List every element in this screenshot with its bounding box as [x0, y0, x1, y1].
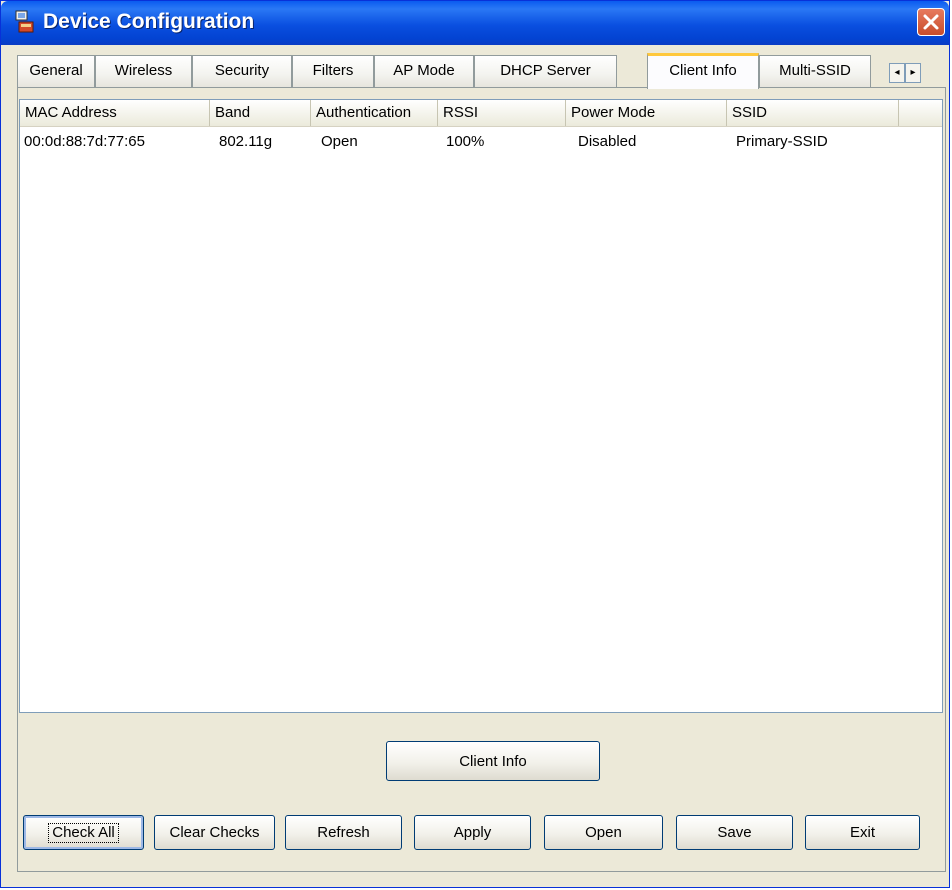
- close-button[interactable]: [917, 8, 945, 36]
- column-header-filler: [899, 100, 942, 126]
- column-header-mac-address[interactable]: MAC Address: [20, 100, 210, 126]
- cell-ssid: Primary-SSID: [736, 133, 828, 150]
- tab-multi-ssid[interactable]: Multi-SSID: [759, 55, 871, 87]
- client-list-header: MAC Address Band Authentication RSSI Pow…: [20, 100, 942, 127]
- tab-filters[interactable]: Filters: [292, 55, 374, 87]
- title-bar[interactable]: Device Configuration: [1, 1, 949, 45]
- apply-button[interactable]: Apply: [414, 815, 531, 850]
- arrow-left-icon: ◂: [894, 67, 900, 78]
- cell-mac-address: 00:0d:88:7d:77:65: [24, 133, 145, 150]
- close-icon: [923, 14, 939, 30]
- column-header-ssid[interactable]: SSID: [727, 100, 899, 126]
- tab-scroll-left-button[interactable]: ◂: [889, 63, 905, 83]
- tab-security[interactable]: Security: [192, 55, 292, 87]
- column-header-band[interactable]: Band: [210, 100, 311, 126]
- tab-scroll-right-button[interactable]: ▸: [905, 63, 921, 83]
- cell-rssi: 100%: [446, 133, 485, 150]
- arrow-right-icon: ▸: [910, 67, 916, 78]
- window-title: Device Configuration: [43, 10, 255, 33]
- column-header-power-mode[interactable]: Power Mode: [566, 100, 727, 126]
- tab-ap-mode[interactable]: AP Mode: [374, 55, 474, 87]
- exit-button[interactable]: Exit: [805, 815, 920, 850]
- cell-power-mode: Disabled: [578, 133, 637, 150]
- clear-checks-button[interactable]: Clear Checks: [154, 815, 275, 850]
- open-button[interactable]: Open: [544, 815, 663, 850]
- tab-wireless[interactable]: Wireless: [95, 55, 192, 87]
- tab-client-info[interactable]: Client Info: [647, 53, 759, 89]
- column-header-rssi[interactable]: RSSI: [438, 100, 566, 126]
- refresh-button[interactable]: Refresh: [285, 815, 402, 850]
- column-header-authentication[interactable]: Authentication: [311, 100, 438, 126]
- tab-dhcp-server[interactable]: DHCP Server: [474, 55, 617, 87]
- check-all-label: Check All: [48, 822, 119, 843]
- save-button[interactable]: Save: [676, 815, 793, 850]
- tab-strip: General Wireless Security Filters AP Mod…: [17, 53, 947, 89]
- client-list[interactable]: MAC Address Band Authentication RSSI Pow…: [19, 99, 943, 713]
- cell-authentication: Open: [321, 133, 358, 150]
- check-all-button[interactable]: Check All: [23, 815, 144, 850]
- client-info-button[interactable]: Client Info: [386, 741, 600, 781]
- device-configuration-window: Device Configuration General Wireless Se…: [0, 0, 950, 888]
- tab-general[interactable]: General: [17, 55, 95, 87]
- device-config-icon: [15, 10, 34, 33]
- table-row[interactable]: 00:0d:88:7d:77:65 802.11g Open 100% Disa…: [20, 131, 942, 153]
- cell-band: 802.11g: [219, 133, 273, 150]
